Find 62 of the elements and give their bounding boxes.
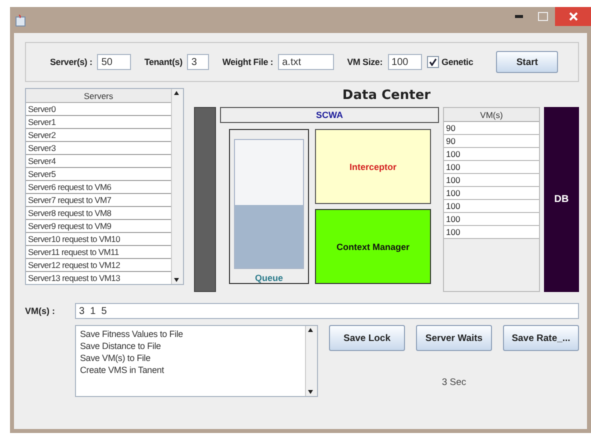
field-label: Tenant(s) xyxy=(144,57,182,67)
table-cell: 100 xyxy=(444,200,539,213)
log-line: Save VM(s) to File xyxy=(80,352,152,364)
table-cell: 100 xyxy=(444,226,539,239)
table-cell: 100 xyxy=(444,213,539,226)
server-row[interactable]: Server11 request to VM11 xyxy=(26,246,171,259)
server-row[interactable]: Server7 request to VM7 xyxy=(26,194,171,207)
close-button[interactable] xyxy=(555,7,591,26)
server-row[interactable]: Server12 request to VM12 xyxy=(26,259,171,272)
table-cell: 100 xyxy=(444,174,539,187)
field-label: Server(s) : xyxy=(50,57,92,67)
field-label: VM Size: xyxy=(347,57,383,67)
scwa-header: SCWA xyxy=(220,107,439,123)
checkbox-label: Genetic xyxy=(442,57,474,67)
queue-label: Queue xyxy=(254,273,283,283)
close-icon xyxy=(568,12,578,21)
table-cell: 90 xyxy=(444,122,539,135)
input-field[interactable]: a.txt xyxy=(278,54,334,70)
server-row[interactable]: Server8 request to VM8 xyxy=(26,207,171,220)
input-field[interactable]: 3 1 5 xyxy=(75,303,579,319)
start-button[interactable]: Start xyxy=(496,51,558,73)
input-field[interactable]: 50 xyxy=(97,54,132,70)
action-button[interactable]: Save Rate_... xyxy=(503,325,579,351)
timer-text: 3 Sec xyxy=(442,377,466,388)
maximize-icon xyxy=(538,12,548,21)
checkbox[interactable] xyxy=(426,56,439,68)
server-row[interactable]: Server10 request to VM10 xyxy=(26,233,171,246)
input-field[interactable]: 100 xyxy=(388,54,422,70)
action-button[interactable]: Server Waits xyxy=(416,325,492,351)
table-cell: 100 xyxy=(444,161,539,174)
log-line: Save Distance to File xyxy=(80,340,162,352)
up-arrow-icon[interactable] xyxy=(306,326,315,334)
server-row[interactable]: Server1 xyxy=(26,116,171,129)
server-row[interactable]: Server0 xyxy=(26,103,171,116)
server-row[interactable]: Server4 xyxy=(26,155,171,168)
table-cell: 100 xyxy=(444,148,539,161)
table-cell: 90 xyxy=(444,135,539,148)
down-arrow-icon[interactable] xyxy=(172,276,181,284)
db-box: DB xyxy=(544,107,579,292)
server-row[interactable]: Server9 request to VM9 xyxy=(26,220,171,233)
field-label: VM(s) : xyxy=(25,305,56,318)
interceptor-box: Interceptor xyxy=(315,129,431,204)
log-line: Create VMS in Tanent xyxy=(80,364,165,376)
log-area[interactable]: Save Fitness Values to File Save Distance to File Save VM(s) to File Create VMS in Tanent xyxy=(75,325,318,397)
column-header: Servers xyxy=(26,89,171,103)
server-row[interactable]: Server2 xyxy=(26,129,171,142)
scrollbar[interactable] xyxy=(171,89,183,284)
up-arrow-icon[interactable] xyxy=(172,89,181,97)
action-button[interactable]: Save Lock xyxy=(329,325,405,351)
minimize-icon xyxy=(515,15,523,18)
field-label: Weight File : xyxy=(222,57,274,67)
server-row[interactable]: Server6 request to VM6 xyxy=(26,181,171,194)
scrollbar[interactable] xyxy=(305,326,317,396)
server-row[interactable]: Server5 xyxy=(26,168,171,181)
server-row[interactable]: Server3 xyxy=(26,142,171,155)
data-center-title: Data Center xyxy=(341,88,432,103)
app-icon xyxy=(15,14,26,26)
down-arrow-icon[interactable] xyxy=(306,388,315,396)
context-manager-box: Context Manager xyxy=(315,209,431,284)
input-field[interactable]: 3 xyxy=(187,54,210,70)
log-line: Save Fitness Values to File xyxy=(80,328,184,340)
table-cell: 100 xyxy=(444,187,539,200)
